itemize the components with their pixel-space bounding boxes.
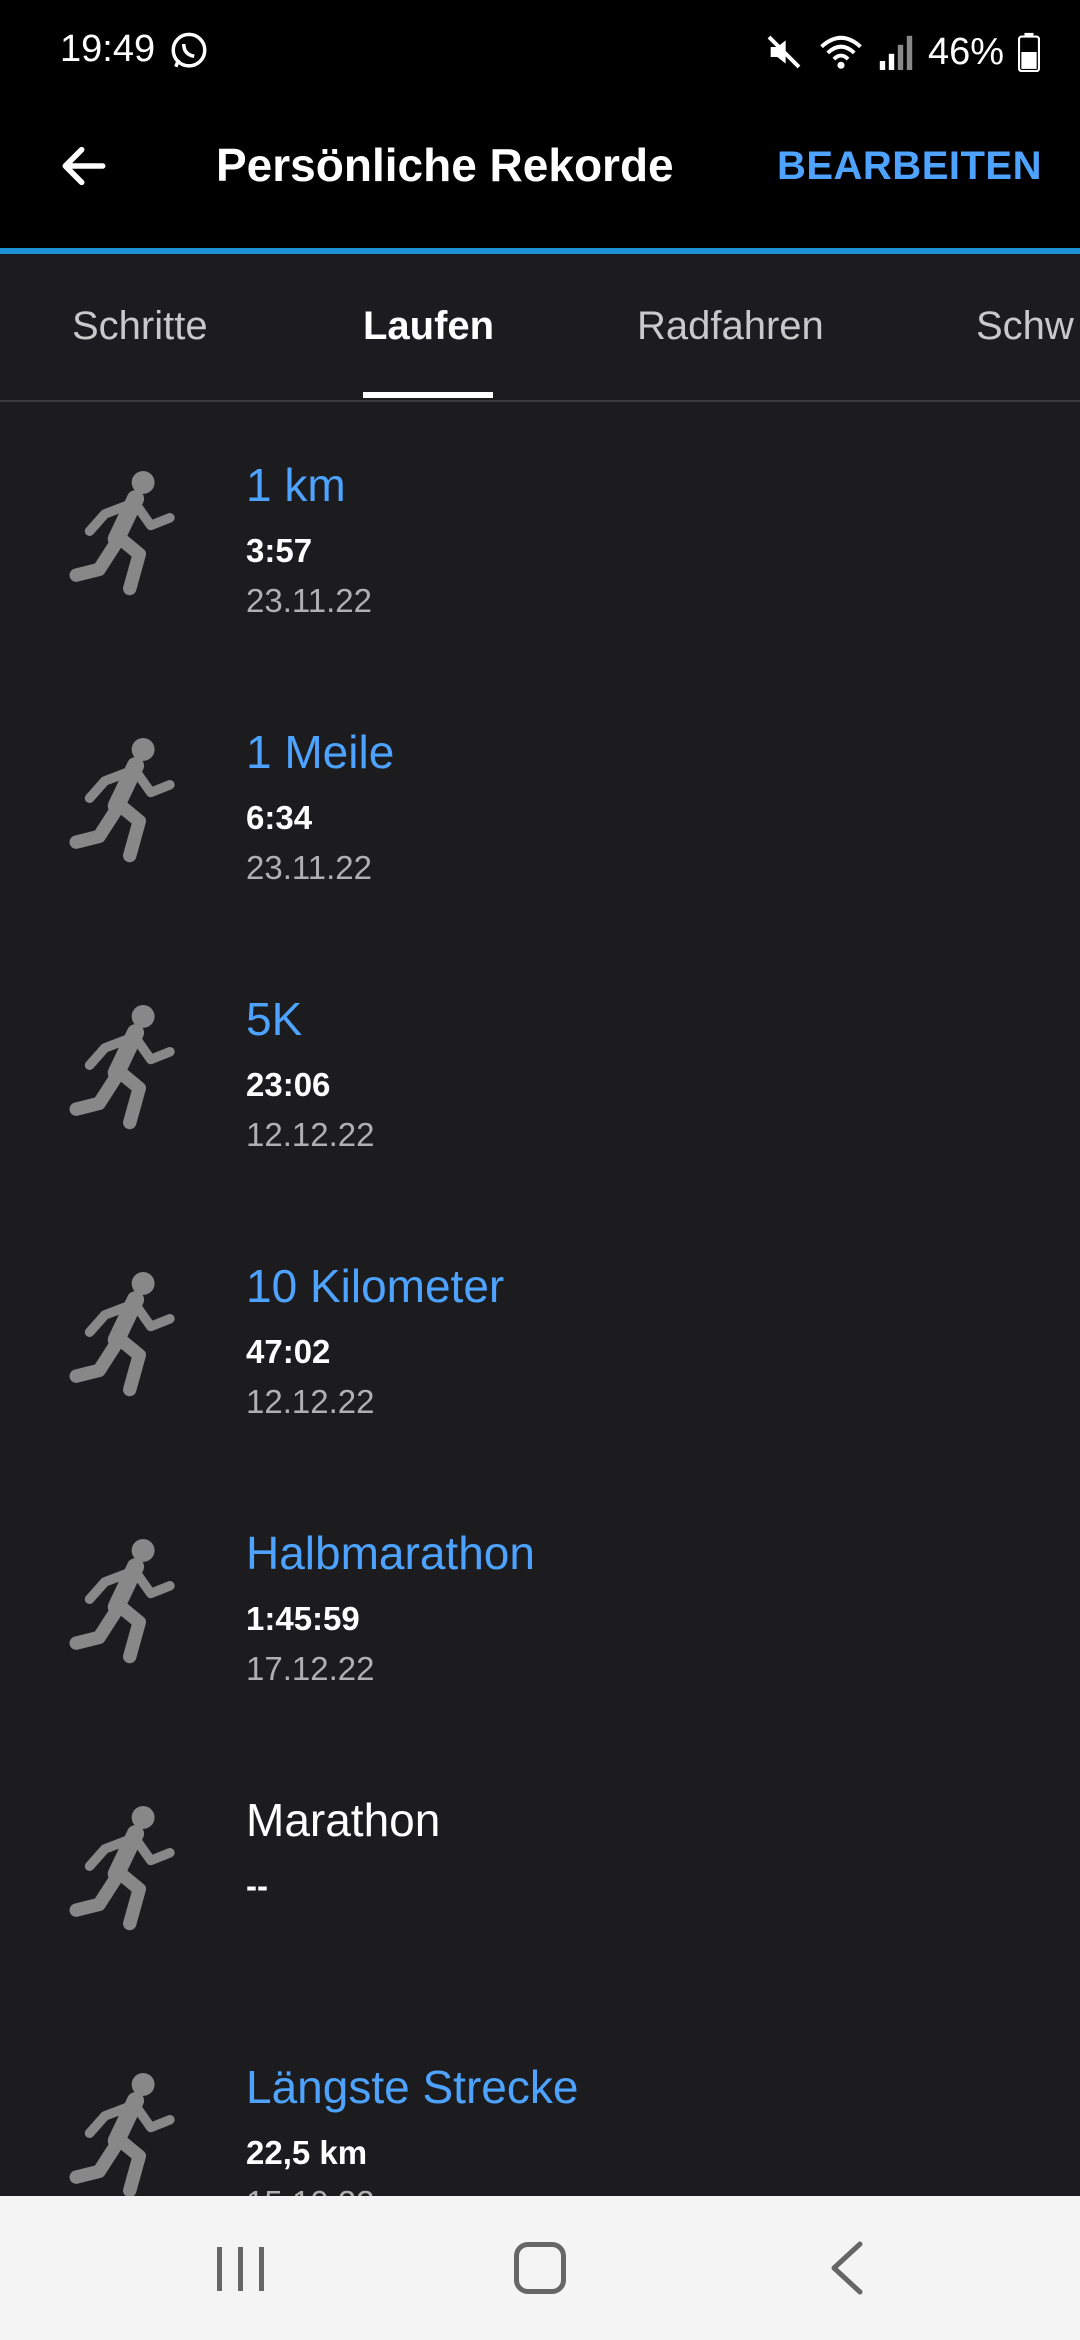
record-title: 1 Meile xyxy=(246,726,395,778)
tab-laufen[interactable]: Laufen xyxy=(363,304,494,349)
tab-schritte[interactable]: Schritte xyxy=(72,304,208,349)
record-value: 6:34 xyxy=(246,799,313,836)
tab-schwimmen[interactable]: Schw xyxy=(976,304,1074,349)
record-value: 1:45:59 xyxy=(246,1600,360,1637)
recents-icon[interactable] xyxy=(214,2244,268,2294)
record-item-laengste-strecke[interactable]: Längste Strecke 22,5 km 15.10.22 xyxy=(0,2004,1080,2196)
signal-icon xyxy=(879,35,913,70)
running-icon xyxy=(69,1271,175,1397)
record-title: Marathon xyxy=(246,1794,441,1846)
records-list: 1 km 3:57 23.11.22 1 Meile 6:34 23.11.22… xyxy=(0,402,1080,2196)
running-icon xyxy=(69,1538,175,1664)
record-item-marathon[interactable]: Marathon -- xyxy=(0,1737,1080,2004)
edit-button[interactable]: BEARBEITEN xyxy=(777,144,1042,189)
status-time: 19:49 xyxy=(60,28,156,70)
running-icon xyxy=(69,1004,175,1130)
nav-back-icon[interactable] xyxy=(826,2240,866,2296)
record-date: 17.12.22 xyxy=(246,1650,375,1687)
record-date: 12.12.22 xyxy=(246,1116,375,1153)
tab-bar: Schritte Laufen Radfahren Schw xyxy=(0,254,1080,402)
record-value: 47:02 xyxy=(246,1333,331,1370)
record-item-10-kilometer[interactable]: 10 Kilometer 47:02 12.12.22 xyxy=(0,1203,1080,1470)
record-title: Halbmarathon xyxy=(246,1527,535,1579)
tab-radfahren[interactable]: Radfahren xyxy=(637,304,824,349)
home-icon[interactable] xyxy=(514,2242,566,2294)
record-value: -- xyxy=(246,1867,268,1904)
running-icon xyxy=(69,2072,175,2196)
record-date: 12.12.22 xyxy=(246,1383,375,1420)
battery-icon xyxy=(1018,32,1040,72)
arrow-back-icon xyxy=(62,146,106,186)
record-date: 23.11.22 xyxy=(246,582,373,619)
record-title: 1 km xyxy=(246,459,346,511)
record-title: Längste Strecke xyxy=(246,2061,579,2113)
back-button[interactable] xyxy=(48,130,120,202)
page-title: Persönliche Rekorde xyxy=(216,139,674,191)
record-date: 23.11.22 xyxy=(246,849,373,886)
record-title: 10 Kilometer xyxy=(246,1260,505,1312)
record-item-halbmarathon[interactable]: Halbmarathon 1:45:59 17.12.22 xyxy=(0,1470,1080,1737)
record-value: 22,5 km xyxy=(246,2134,368,2171)
system-nav-bar xyxy=(0,2196,1080,2340)
record-item-1-meile[interactable]: 1 Meile 6:34 23.11.22 xyxy=(0,669,1080,936)
wifi-icon xyxy=(820,35,862,69)
status-bar: 19:49 46% xyxy=(0,0,1080,104)
running-icon xyxy=(69,470,175,596)
record-value: 3:57 xyxy=(246,532,313,569)
battery-percent: 46% xyxy=(927,30,1004,73)
active-tab-indicator xyxy=(363,392,493,398)
record-date: 15.10.22 xyxy=(246,2184,374,2196)
mute-icon xyxy=(767,35,801,69)
record-value: 23:06 xyxy=(246,1066,331,1103)
record-title: 5K xyxy=(246,993,303,1045)
record-item-1km[interactable]: 1 km 3:57 23.11.22 xyxy=(0,402,1080,669)
record-item-5k[interactable]: 5K 23:06 12.12.22 xyxy=(0,936,1080,1203)
running-icon xyxy=(69,1805,175,1931)
whatsapp-icon xyxy=(171,32,207,68)
running-icon xyxy=(69,737,175,863)
